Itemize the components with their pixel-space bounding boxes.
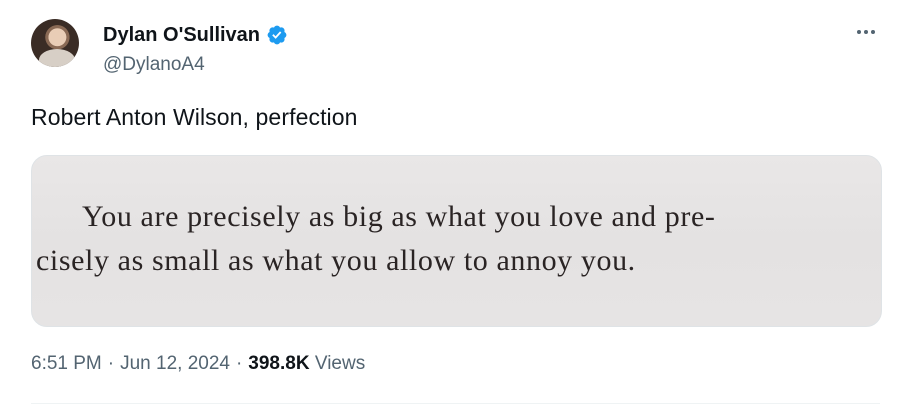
- quote-line-2: cisely as small as what you allow to ann…: [36, 244, 636, 277]
- more-options-icon[interactable]: [852, 22, 880, 42]
- tweet-text: Robert Anton Wilson, perfection: [31, 104, 358, 130]
- more-dot: [857, 30, 861, 34]
- author-name-row: Dylan O'Sullivan: [103, 22, 288, 48]
- more-dot: [871, 30, 875, 34]
- views-count: 398.8K: [248, 353, 310, 374]
- tweet-time[interactable]: 6:51 PM: [31, 353, 102, 375]
- meta-separator: ·: [235, 353, 243, 374]
- verified-badge-icon: [267, 25, 287, 45]
- tweet-date[interactable]: Jun 12, 2024: [120, 353, 230, 375]
- tweet-media-image[interactable]: You are precisely as big as what you lov…: [31, 155, 882, 327]
- tweet: Dylan O'Sullivan @DylanoA4 Robert Anton …: [0, 0, 916, 406]
- author-display-name[interactable]: Dylan O'Sullivan: [103, 24, 260, 47]
- divider: [31, 403, 880, 404]
- author-handle[interactable]: @DylanoA4: [103, 54, 205, 76]
- avatar[interactable]: [31, 19, 79, 67]
- quote-line-1: You are precisely as big as what you lov…: [82, 200, 716, 233]
- tweet-meta: 6:51 PM · Jun 12, 2024 · 398.8K Views: [31, 353, 365, 375]
- meta-separator: ·: [107, 353, 115, 374]
- views-label: Views: [314, 353, 366, 374]
- more-dot: [864, 30, 868, 34]
